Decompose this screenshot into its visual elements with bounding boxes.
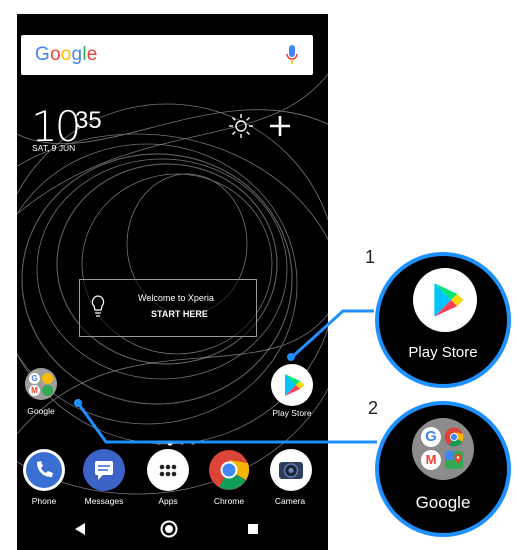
google-g-icon: G — [421, 427, 441, 447]
callout-number-2: 2 — [368, 398, 379, 418]
maps-mini-icon — [445, 451, 463, 469]
google-folder-zoom-icon: G M — [412, 418, 474, 480]
play-store-zoom-label: Play Store — [408, 344, 478, 361]
chrome-mini-icon — [444, 427, 464, 447]
google-folder-zoom: G M Google — [375, 401, 511, 537]
gmail-mini-icon: M — [421, 450, 441, 470]
play-store-icon — [434, 283, 464, 317]
callout-number-1: 1 — [365, 247, 376, 267]
google-folder-zoom-label: Google — [415, 493, 471, 512]
play-store-zoom-icon — [413, 268, 477, 332]
play-store-zoom: Play Store — [375, 252, 511, 388]
